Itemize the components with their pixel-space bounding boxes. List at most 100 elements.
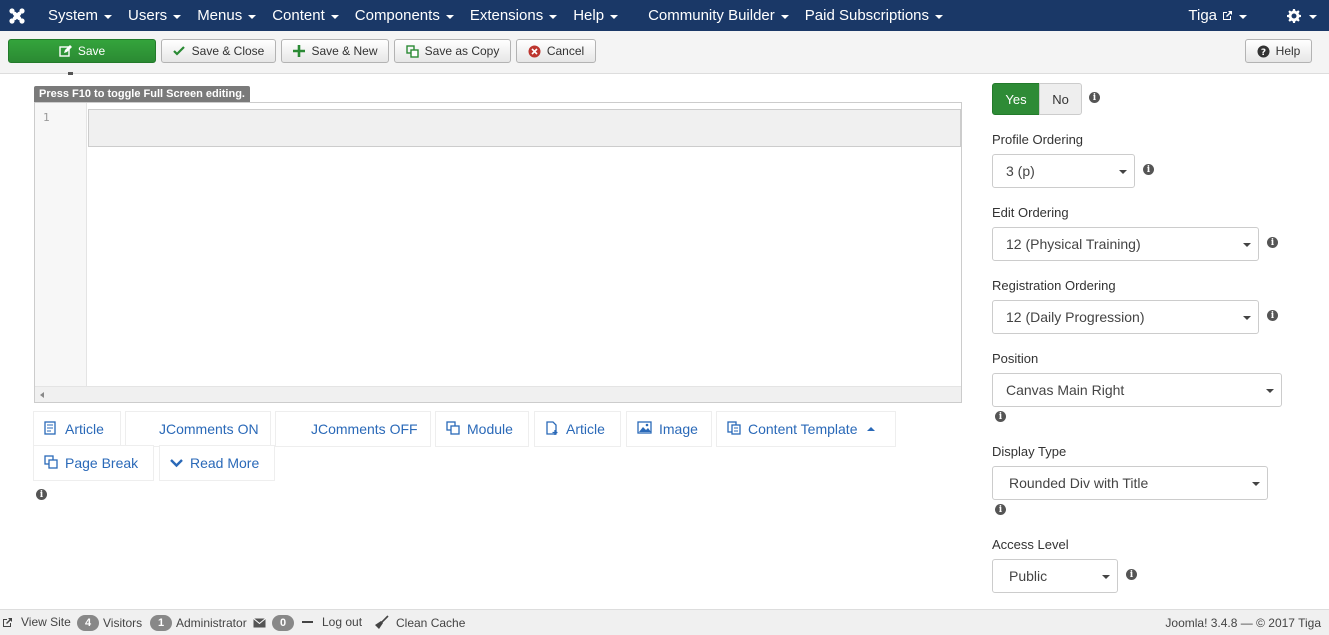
read-more-button[interactable]: Read More — [160, 446, 274, 480]
page-break-button[interactable]: Page Break — [34, 446, 153, 480]
status-bar: View Site 4 Visitors 1 Administrator 0 L… — [0, 609, 1329, 635]
menu-paid-subscriptions[interactable]: Paid Subscriptions — [797, 0, 951, 31]
horizontal-scrollbar[interactable] — [35, 386, 961, 402]
action-toolbar: Save Save & Close Save & New Save as Cop… — [0, 31, 1329, 74]
top-navbar: System Users Menus Content Components Ex… — [0, 0, 1329, 31]
menu-help[interactable]: Help — [565, 0, 626, 31]
save-as-copy-button[interactable]: Save as Copy — [394, 39, 511, 63]
info-icon[interactable]: i — [1267, 237, 1278, 248]
visitors-badge: 4 — [77, 615, 99, 631]
help-button[interactable]: ? Help — [1245, 39, 1312, 63]
code-editor[interactable]: 1 — [34, 102, 962, 403]
clean-cache-link[interactable]: Clean Cache — [374, 615, 465, 630]
joomla-logo-icon[interactable] — [0, 0, 34, 31]
caret-down-icon — [935, 14, 944, 19]
file-add-icon — [545, 420, 559, 438]
administrator-count[interactable]: 1 Administrator — [150, 615, 247, 631]
question-circle-icon: ? — [1257, 45, 1270, 58]
yes-toggle-button[interactable]: Yes — [992, 83, 1040, 115]
settings-menu[interactable] — [1275, 0, 1329, 31]
image-button[interactable]: Image — [627, 412, 711, 446]
registration-ordering-select[interactable]: 12 (Daily Progression) — [992, 300, 1259, 334]
caret-down-icon — [1243, 243, 1251, 247]
chevron-down-icon — [170, 455, 183, 471]
page-break-icon — [44, 454, 58, 472]
position-select[interactable]: Canvas Main Right — [992, 373, 1282, 407]
cancel-button[interactable]: Cancel — [516, 39, 596, 63]
edit-ordering-select[interactable]: 12 (Physical Training) — [992, 227, 1259, 261]
version-info: Joomla! 3.4.8 — © 2017 Tiga — [1165, 616, 1321, 630]
position-label: Position — [992, 351, 1039, 366]
info-icon[interactable]: i — [1267, 310, 1278, 321]
copy-icon — [405, 44, 419, 58]
article-link-button[interactable]: Article — [535, 412, 620, 446]
visitors-count[interactable]: 4 Visitors — [77, 615, 142, 631]
save-close-button[interactable]: Save & Close — [161, 39, 276, 63]
jcomments-off-button[interactable]: JComments OFF — [276, 412, 430, 446]
info-icon[interactable]: i — [1089, 92, 1100, 103]
caret-down-icon — [1309, 14, 1317, 19]
gear-icon — [1287, 8, 1301, 23]
edit-ordering-label: Edit Ordering — [992, 205, 1069, 220]
caret-down-icon — [1243, 316, 1251, 320]
content-template-button[interactable]: Content Template — [717, 412, 895, 446]
view-site-link[interactable]: View Site — [2, 615, 71, 629]
profile-ordering-label: Profile Ordering — [992, 132, 1084, 147]
check-icon — [173, 45, 186, 58]
caret-down-icon — [1102, 575, 1110, 579]
active-line-highlight[interactable] — [88, 109, 961, 147]
messages-link[interactable]: 0 — [253, 615, 294, 631]
article-button[interactable]: Article — [34, 412, 120, 446]
info-icon[interactable]: i — [36, 489, 47, 500]
menu-components[interactable]: Components — [347, 0, 462, 31]
menu-users[interactable]: Users — [120, 0, 189, 31]
jcomments-on-button[interactable]: JComments ON — [126, 412, 270, 446]
main-menu: System Users Menus Content Components Ex… — [34, 0, 951, 31]
broom-icon — [375, 615, 389, 629]
caret-down-icon — [104, 14, 113, 19]
user-menu[interactable]: Tiga — [1180, 0, 1255, 31]
external-link-icon — [1223, 11, 1232, 20]
info-icon[interactable]: i — [1143, 164, 1154, 175]
fullscreen-tip: Press F10 to toggle Full Screen editing. — [34, 86, 250, 102]
envelope-icon — [253, 618, 266, 628]
plus-icon — [292, 45, 305, 58]
article-icon — [44, 420, 58, 438]
menu-system[interactable]: System — [34, 0, 120, 31]
access-level-select[interactable]: Public — [992, 559, 1118, 593]
logout-link[interactable]: Log out — [302, 615, 362, 629]
menu-community-builder[interactable]: Community Builder — [640, 0, 797, 31]
caret-down-icon — [1239, 14, 1247, 19]
external-link-icon — [3, 617, 12, 627]
save-button[interactable]: Save — [8, 39, 156, 63]
caret-up-icon — [867, 427, 876, 431]
scroll-left-icon[interactable] — [40, 392, 44, 398]
cancel-circle-icon — [528, 45, 541, 58]
registration-ordering-label: Registration Ordering — [992, 278, 1116, 293]
image-icon — [637, 421, 652, 437]
caret-down-icon — [1252, 482, 1260, 486]
caret-down-icon — [173, 14, 182, 19]
info-icon[interactable]: i — [995, 411, 1006, 422]
caret-down-icon — [780, 14, 789, 19]
info-icon[interactable]: i — [1126, 569, 1137, 580]
caret-down-icon — [610, 14, 619, 19]
display-type-select[interactable]: Rounded Div with Title — [992, 466, 1268, 500]
menu-menus[interactable]: Menus — [189, 0, 264, 31]
caret-down-icon — [248, 14, 257, 19]
info-icon[interactable]: i — [995, 504, 1006, 515]
no-toggle-button[interactable]: No — [1039, 83, 1082, 115]
line-number: 1 — [43, 111, 50, 124]
caret-down-icon — [330, 14, 339, 19]
template-icon — [727, 420, 741, 438]
display-type-label: Display Type — [992, 444, 1067, 459]
save-new-button[interactable]: Save & New — [281, 39, 389, 63]
caret-down-icon — [445, 14, 454, 19]
caret-down-icon — [1266, 389, 1274, 393]
messages-badge: 0 — [272, 615, 294, 631]
menu-content[interactable]: Content — [264, 0, 347, 31]
menu-extensions[interactable]: Extensions — [462, 0, 565, 31]
navbar-right: Tiga — [1180, 0, 1329, 31]
profile-ordering-select[interactable]: 3 (p) — [992, 154, 1135, 188]
module-button[interactable]: Module — [436, 412, 528, 446]
